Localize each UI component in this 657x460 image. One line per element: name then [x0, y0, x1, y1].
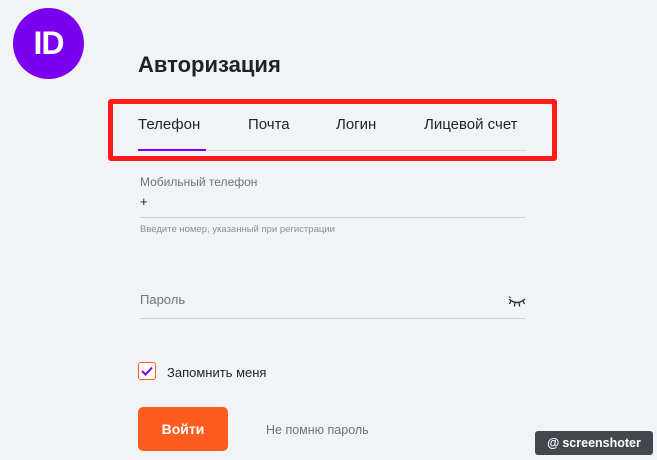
remember-label[interactable]: Запомнить меня	[167, 365, 266, 380]
checkmark-icon	[141, 366, 153, 376]
logo: ID	[13, 8, 84, 79]
watermark-text: screenshoter	[562, 436, 641, 450]
active-tab-indicator	[138, 149, 206, 151]
eye-closed-icon[interactable]	[508, 296, 526, 308]
password-input[interactable]: Пароль	[140, 292, 185, 307]
auth-tabs: Телефон Почта Логин Лицевой счет	[138, 104, 526, 151]
page-title: Авторизация	[138, 52, 281, 77]
phone-input-underline	[140, 217, 525, 218]
logo-text: ID	[33, 25, 65, 61]
password-input-underline	[140, 318, 525, 319]
forgot-password-link[interactable]: Не помню пароль	[266, 423, 369, 437]
remember-checkbox[interactable]	[138, 362, 156, 380]
watermark: @ screenshoter	[535, 431, 653, 455]
tab-email[interactable]: Почта	[248, 116, 290, 133]
phone-label: Мобильный телефон	[140, 175, 258, 189]
login-button[interactable]: Войти	[138, 407, 228, 451]
tab-login[interactable]: Логин	[336, 116, 376, 133]
at-icon: @	[547, 436, 560, 450]
phone-input[interactable]: +	[140, 194, 148, 209]
tab-account[interactable]: Лицевой счет	[424, 116, 518, 133]
phone-hint: Введите номер, указанный при регистрации	[140, 224, 335, 235]
tab-phone[interactable]: Телефон	[138, 116, 200, 133]
